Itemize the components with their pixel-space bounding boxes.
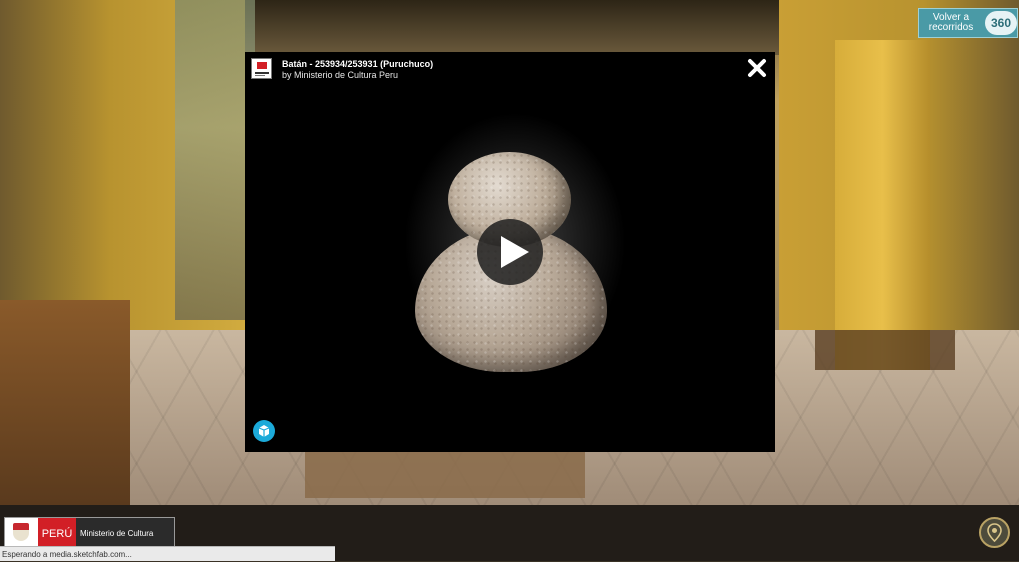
location-pin-icon	[987, 523, 1002, 543]
peru-label: PERÚ	[38, 518, 76, 549]
model-byline[interactable]: by Ministerio de Cultura Peru	[282, 70, 433, 81]
close-icon	[748, 59, 766, 77]
browser-status-bar: Esperando a media.sketchfab.com...	[0, 546, 335, 561]
ministry-label: Ministerio de Cultura	[76, 518, 174, 549]
close-button[interactable]	[747, 58, 767, 78]
yellow-pillar	[835, 40, 930, 370]
display-pedestal	[305, 450, 585, 498]
avatar-line-small	[255, 75, 265, 76]
back-to-tours-button[interactable]: Volver a recorridos 360	[918, 8, 1018, 38]
sketchfab-logo-icon	[258, 425, 270, 437]
back-to-tours-label: Volver a recorridos	[928, 12, 974, 33]
sketchfab-logo-button[interactable]	[253, 420, 275, 442]
wooden-cabinet	[0, 300, 130, 505]
360-badge: 360	[985, 11, 1017, 35]
model-viewer-modal[interactable]: Batán - 253934/253931 (Puruchuco) by Min…	[245, 52, 775, 452]
avatar-flag	[257, 62, 267, 69]
title-block: Batán - 253934/253931 (Puruchuco) by Min…	[282, 59, 433, 81]
coat-of-arms-icon	[5, 518, 38, 549]
play-button[interactable]	[477, 219, 543, 285]
organization-avatar[interactable]	[251, 58, 272, 79]
glass-display-case	[175, 0, 255, 320]
avatar-line	[255, 72, 269, 74]
play-icon	[501, 236, 529, 268]
model-title[interactable]: Batán - 253934/253931 (Puruchuco)	[282, 59, 433, 70]
model-header: Batán - 253934/253931 (Puruchuco) by Min…	[251, 58, 433, 81]
map-location-button[interactable]	[979, 517, 1010, 548]
ceiling	[180, 0, 820, 55]
pillar-base	[815, 330, 955, 370]
